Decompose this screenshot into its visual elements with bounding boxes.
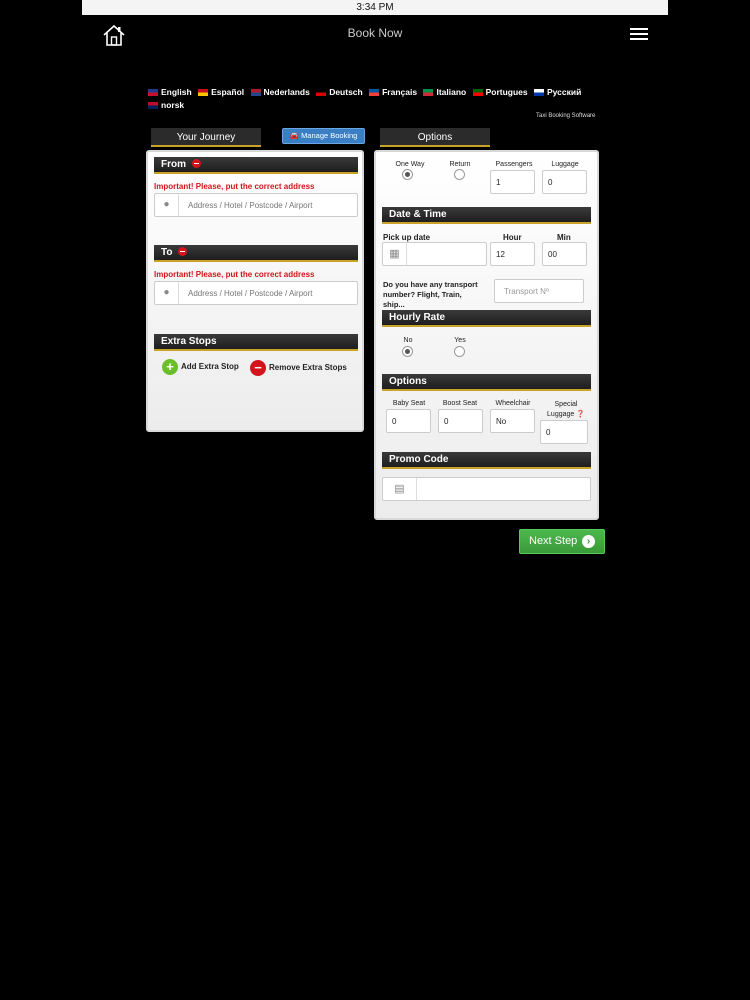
min-select[interactable] [542,242,587,266]
wheelchair-input[interactable] [496,410,534,432]
germany-flag-icon [316,89,327,96]
hour-label: Hour [503,233,522,242]
one-way-radio[interactable] [402,169,413,180]
transport-question: Do you have any transport number? Flight… [383,280,478,309]
help-icon[interactable]: ❓ [576,411,585,418]
lang-norsk[interactable]: norsk [148,99,184,112]
remove-extra-stops-button[interactable]: − Remove Extra Stops [250,360,347,376]
special-luggage-input[interactable] [546,421,587,443]
lang-francais[interactable]: Français [369,86,417,99]
baby-seat-label: Baby Seat [392,400,426,407]
lang-nederlands[interactable]: Nederlands [250,86,310,99]
netherlands-flag-icon [250,89,261,96]
minus-circle-icon: − [250,360,266,376]
remove-circle-icon [178,247,188,256]
norway-flag-icon [148,102,158,109]
promo-code-field[interactable]: ▤ [382,477,591,501]
min-label: Min [557,233,571,242]
from-header: From [154,157,358,174]
lang-portugues[interactable]: Portugues [472,86,528,99]
plus-circle-icon: + [162,359,178,375]
status-bar: 3:34 PM [82,0,668,15]
status-time: 3:34 PM [356,2,394,13]
hourly-yes-radio[interactable] [454,346,465,357]
lang-espanol[interactable]: Español [198,86,244,99]
france-flag-icon [369,89,380,96]
add-extra-stop-button[interactable]: + Add Extra Stop [162,359,239,375]
coupon-icon: ▤ [383,478,417,500]
baby-seat-select[interactable] [386,409,431,433]
extras-options-header: Options [382,374,591,391]
wheelchair-label: Wheelchair [495,400,531,407]
calendar-icon: ▦ [383,243,407,265]
promo-code-input[interactable] [418,478,588,500]
transport-number-field[interactable] [494,279,584,303]
page-title: Book Now [347,26,403,40]
hourly-no-radio[interactable] [402,346,413,357]
pickup-date-field[interactable]: ▦ [382,242,487,266]
from-address-input[interactable] [180,194,355,216]
boost-seat-label: Boost Seat [442,400,478,407]
hour-input[interactable] [496,243,534,265]
map-pin-icon: ● [155,194,179,216]
from-address-field[interactable]: ● [154,193,358,217]
promo-code-header: Promo Code [382,452,591,469]
arrow-right-circle-icon: › [582,535,595,548]
one-way-label: One Way [395,161,425,168]
date-time-header: Date & Time [382,207,591,224]
lang-italiano[interactable]: Italiano [423,86,466,99]
map-pin-icon: ● [155,282,179,304]
hamburger-menu-icon[interactable] [630,28,648,42]
journey-panel: From Important! Please, put the correct … [146,150,364,432]
tab-options[interactable]: Options [380,128,490,147]
manage-booking-button[interactable]: 🚘 Manage Booking [282,128,365,144]
lang-russian[interactable]: Русский [534,86,581,99]
hourly-yes-label: Yes [454,337,466,344]
russia-flag-icon [534,89,544,96]
transport-number-input[interactable] [504,280,583,302]
special-luggage-label: Special Luggage ❓ [547,401,585,418]
top-bar: Book Now [82,15,668,55]
to-address-field[interactable]: ● [154,281,358,305]
boost-seat-select[interactable] [438,409,483,433]
passengers-label: Passengers [495,161,533,168]
spain-flag-icon [198,89,209,96]
to-header: To [154,245,358,262]
to-important-msg: Important! Please, put the correct addre… [154,270,315,279]
next-step-button[interactable]: Next Step › [519,529,605,554]
min-input[interactable] [548,243,586,265]
wheelchair-select[interactable] [490,409,535,433]
hourly-no-label: No [403,337,413,344]
luggage-field[interactable] [542,170,587,194]
pickup-date-input[interactable] [408,243,484,265]
lang-english[interactable]: English [148,86,192,99]
language-selector: English Español Nederlands Deutsch Franç… [148,86,608,112]
software-label: Taxi Booking Software [536,113,596,119]
return-radio[interactable] [454,169,465,180]
lang-deutsch[interactable]: Deutsch [316,86,363,99]
uk-flag-icon [148,89,158,96]
from-important-msg: Important! Please, put the correct addre… [154,182,315,191]
remove-circle-icon [192,159,201,168]
luggage-input[interactable] [548,171,586,193]
to-address-input[interactable] [180,282,355,304]
return-label: Return [449,161,471,168]
pickup-date-label: Pick up date [383,233,431,242]
passengers-input[interactable] [496,171,534,193]
car-icon: 🚘 [289,131,302,140]
tab-your-journey[interactable]: Your Journey [151,128,261,147]
boost-seat-input[interactable] [444,410,482,432]
luggage-label: Luggage [551,161,579,168]
hourly-rate-header: Hourly Rate [382,310,591,327]
portugal-flag-icon [472,89,483,96]
hour-select[interactable] [490,242,535,266]
baby-seat-input[interactable] [392,410,430,432]
special-luggage-select[interactable] [540,420,588,444]
extra-stops-header: Extra Stops [154,334,358,351]
italy-flag-icon [423,89,434,96]
options-panel: One Way Return Passengers Luggage Date &… [374,150,599,520]
passengers-field[interactable] [490,170,535,194]
